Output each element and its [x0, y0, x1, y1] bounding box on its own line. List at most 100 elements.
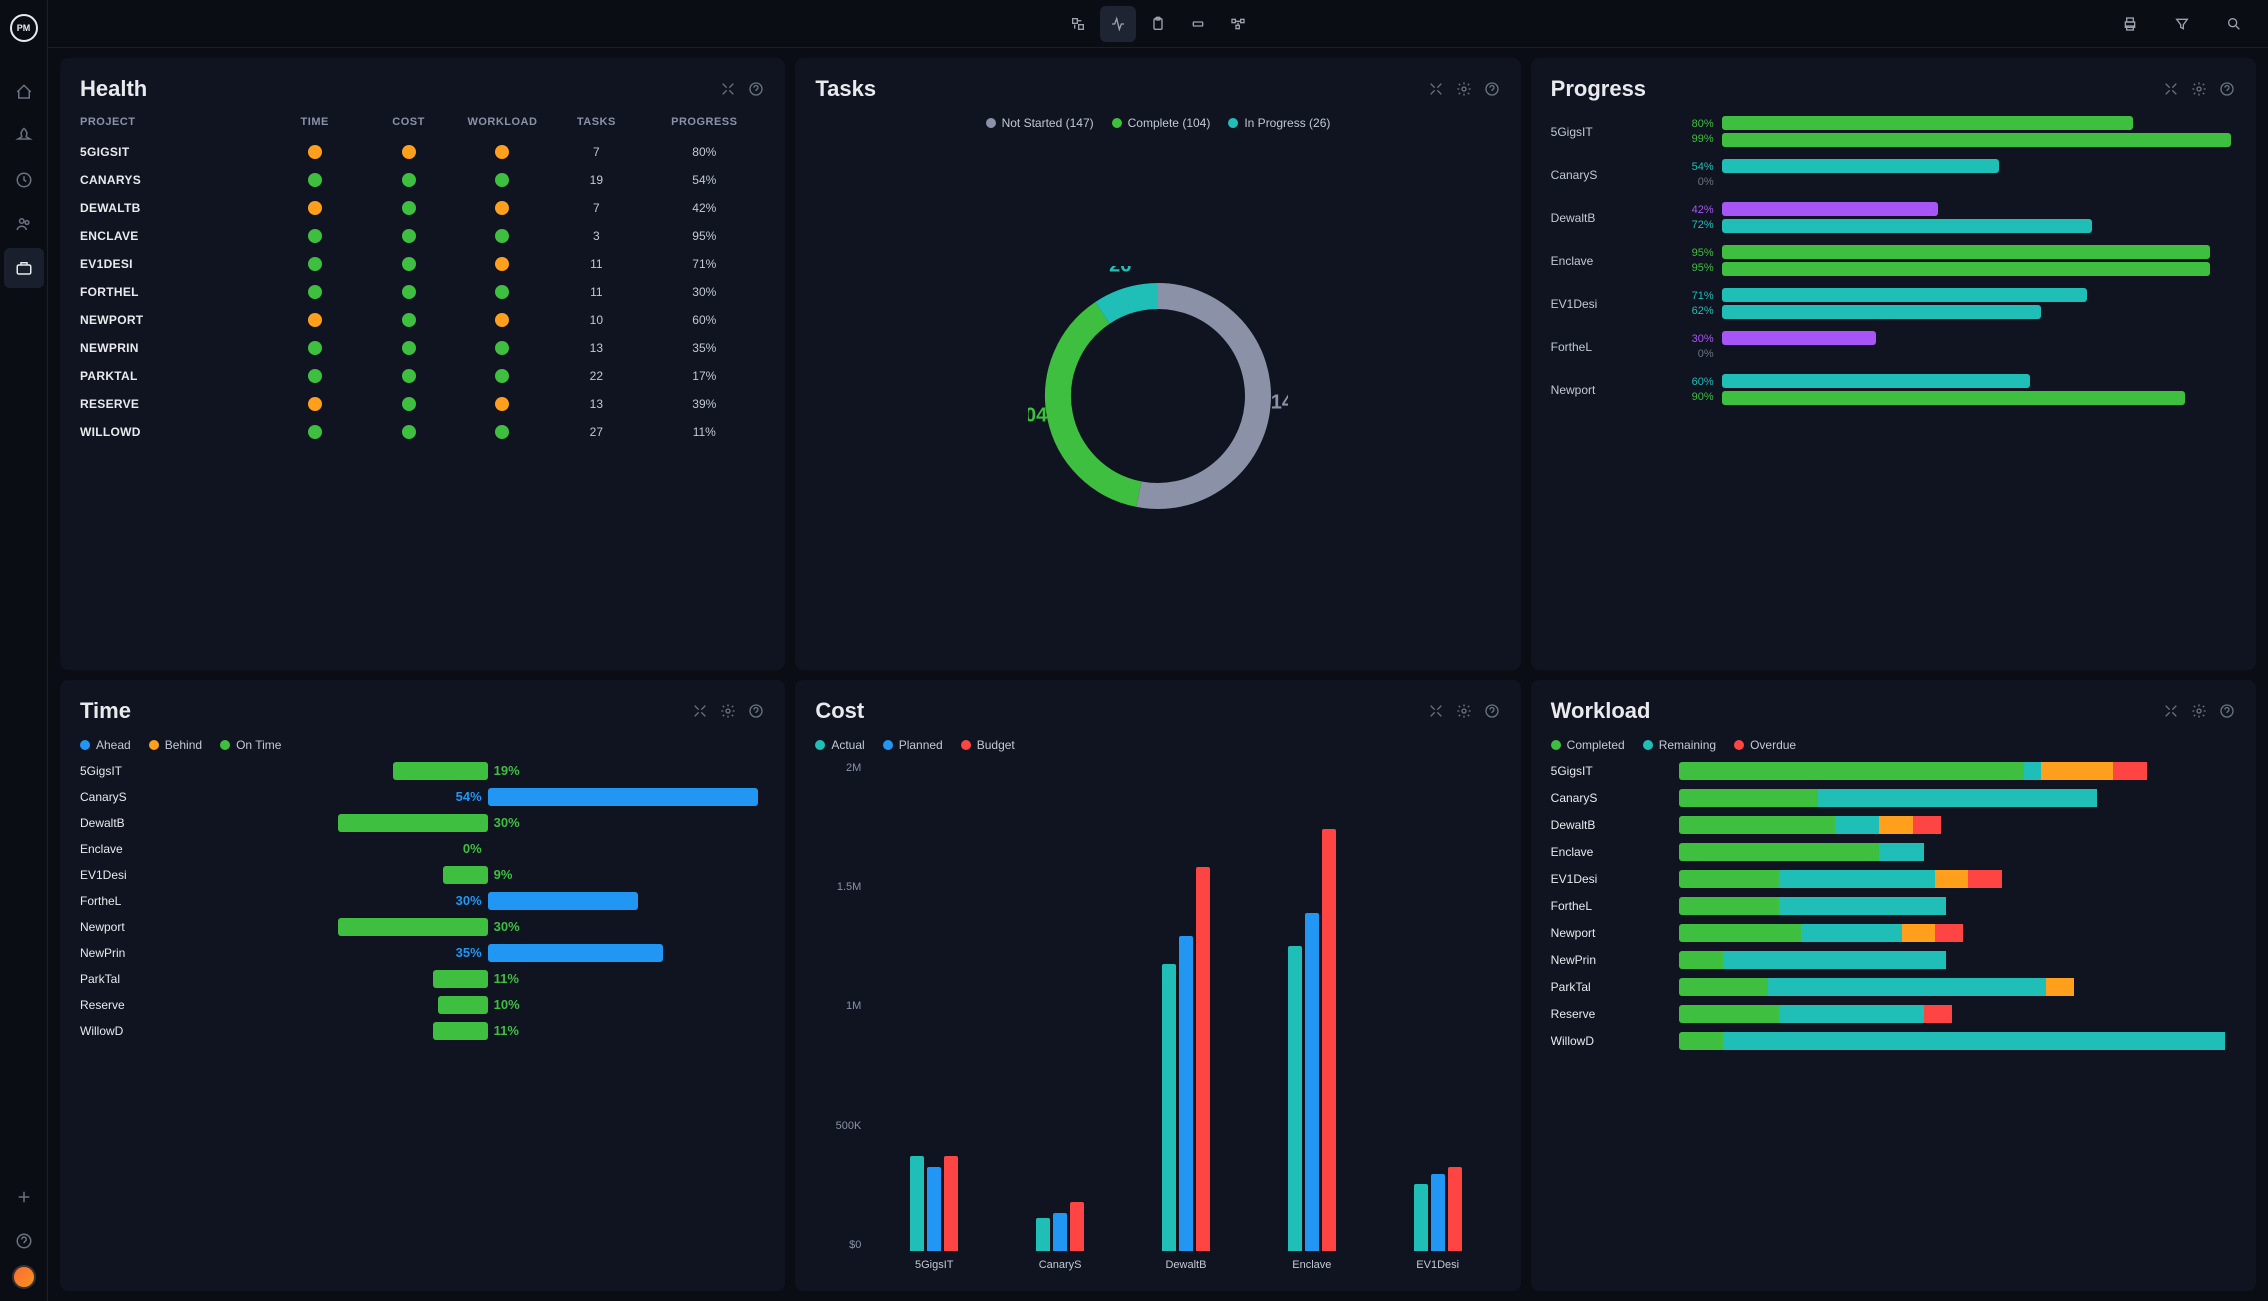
sidebar: PM: [0, 0, 48, 1301]
progress-row[interactable]: DewaltB42%72%: [1551, 202, 2236, 233]
workload-row[interactable]: EV1Desi: [1551, 870, 2236, 888]
time-row[interactable]: NewPrin35%: [80, 944, 765, 962]
activity-icon[interactable]: [1100, 6, 1136, 42]
plus-icon[interactable]: [4, 1177, 44, 1217]
time-row[interactable]: Newport30%: [80, 918, 765, 936]
logo[interactable]: PM: [10, 14, 38, 42]
expand-icon[interactable]: [719, 80, 737, 98]
help-icon[interactable]: [4, 1221, 44, 1261]
time-panel: Time AheadBehindOn Time 5GigsIT19%Canary…: [60, 680, 785, 1292]
avatar[interactable]: [12, 1265, 36, 1289]
gear-icon[interactable]: [1455, 702, 1473, 720]
expand-icon[interactable]: [691, 702, 709, 720]
expand-icon[interactable]: [1427, 702, 1445, 720]
cost-group[interactable]: EV1Desi: [1414, 1167, 1462, 1251]
health-row[interactable]: DEWALTB742%: [80, 194, 765, 222]
progress-row[interactable]: EV1Desi71%62%: [1551, 288, 2236, 319]
health-row[interactable]: ENCLAVE395%: [80, 222, 765, 250]
svg-text:26: 26: [1109, 266, 1131, 277]
tasks-title: Tasks: [815, 76, 876, 102]
gear-icon[interactable]: [1455, 80, 1473, 98]
expand-icon[interactable]: [1427, 80, 1445, 98]
workload-row[interactable]: FortheL: [1551, 897, 2236, 915]
health-row[interactable]: EV1DESI1171%: [80, 250, 765, 278]
tasks-legend: Not Started (147)Complete (104)In Progre…: [815, 116, 1500, 130]
cost-legend: ActualPlannedBudget: [815, 738, 1500, 752]
minus-box-icon[interactable]: [1180, 6, 1216, 42]
clock-icon[interactable]: [4, 160, 44, 200]
help-icon[interactable]: [747, 702, 765, 720]
workload-row[interactable]: CanaryS: [1551, 789, 2236, 807]
health-row[interactable]: PARKTAL2217%: [80, 362, 765, 390]
health-row[interactable]: CANARYS1954%: [80, 166, 765, 194]
time-row[interactable]: CanaryS54%: [80, 788, 765, 806]
time-row[interactable]: Reserve10%: [80, 996, 765, 1014]
health-row[interactable]: 5GIGSIT780%: [80, 138, 765, 166]
progress-row[interactable]: CanaryS54%0%: [1551, 159, 2236, 190]
workload-row[interactable]: WillowD: [1551, 1032, 2236, 1050]
cost-group[interactable]: CanaryS: [1036, 1202, 1084, 1251]
home-icon[interactable]: [4, 72, 44, 112]
tasks-donut: 14710426: [815, 140, 1500, 652]
workload-panel: Workload CompletedRemainingOverdue 5Gigs…: [1531, 680, 2256, 1292]
time-row[interactable]: EV1Desi9%: [80, 866, 765, 884]
workload-row[interactable]: Newport: [1551, 924, 2236, 942]
expand-icon[interactable]: [2162, 702, 2180, 720]
workload-row[interactable]: NewPrin: [1551, 951, 2236, 969]
bell-icon[interactable]: [4, 116, 44, 156]
briefcase-icon[interactable]: [4, 248, 44, 288]
cost-chart: 2M1.5M1M500K$0 5GigsITCanarySDewaltBEncl…: [815, 762, 1500, 1274]
workload-row[interactable]: Reserve: [1551, 1005, 2236, 1023]
gear-icon[interactable]: [2190, 702, 2208, 720]
help-icon[interactable]: [1483, 702, 1501, 720]
time-row[interactable]: 5GigsIT19%: [80, 762, 765, 780]
help-icon[interactable]: [747, 80, 765, 98]
help-icon[interactable]: [2218, 702, 2236, 720]
progress-row[interactable]: Newport60%90%: [1551, 374, 2236, 405]
help-icon[interactable]: [1483, 80, 1501, 98]
clipboard-icon[interactable]: [1140, 6, 1176, 42]
health-row[interactable]: RESERVE1339%: [80, 390, 765, 418]
cost-group[interactable]: Enclave: [1288, 829, 1336, 1251]
print-icon[interactable]: [2112, 6, 2148, 42]
tasks-panel: Tasks Not Started (147)Complete (104)In …: [795, 58, 1520, 670]
progress-row[interactable]: 5GigsIT80%99%: [1551, 116, 2236, 147]
team-icon[interactable]: [4, 204, 44, 244]
time-row[interactable]: FortheL30%: [80, 892, 765, 910]
help-icon[interactable]: [2218, 80, 2236, 98]
filter-icon[interactable]: [2164, 6, 2200, 42]
health-panel: Health PROJECTTIMECOSTWORKLOADTASKSPROGR…: [60, 58, 785, 670]
cost-group[interactable]: 5GigsIT: [910, 1156, 958, 1251]
health-row[interactable]: FORTHEL1130%: [80, 278, 765, 306]
workload-row[interactable]: ParkTal: [1551, 978, 2236, 996]
progress-row[interactable]: FortheL30%0%: [1551, 331, 2236, 362]
workload-title: Workload: [1551, 698, 1651, 724]
progress-row[interactable]: Enclave95%95%: [1551, 245, 2236, 276]
cost-group[interactable]: DewaltB: [1162, 867, 1210, 1251]
health-headers: PROJECTTIMECOSTWORKLOADTASKSPROGRESS: [80, 116, 765, 138]
health-title: Health: [80, 76, 147, 102]
time-row[interactable]: DewaltB30%: [80, 814, 765, 832]
cost-panel: Cost ActualPlannedBudget 2M1.5M1M500K$0 …: [795, 680, 1520, 1292]
workload-row[interactable]: 5GigsIT: [1551, 762, 2236, 780]
time-legend: AheadBehindOn Time: [80, 738, 765, 752]
cost-title: Cost: [815, 698, 864, 724]
progress-title: Progress: [1551, 76, 1646, 102]
time-row[interactable]: WillowD11%: [80, 1022, 765, 1040]
health-row[interactable]: WILLOWD2711%: [80, 418, 765, 446]
health-row[interactable]: NEWPORT1060%: [80, 306, 765, 334]
topbar: [48, 0, 2268, 48]
zoom-icon[interactable]: [1060, 6, 1096, 42]
health-row[interactable]: NEWPRIN1335%: [80, 334, 765, 362]
workload-row[interactable]: DewaltB: [1551, 816, 2236, 834]
flow-icon[interactable]: [1220, 6, 1256, 42]
workload-row[interactable]: Enclave: [1551, 843, 2236, 861]
svg-text:147: 147: [1271, 391, 1288, 413]
expand-icon[interactable]: [2162, 80, 2180, 98]
progress-panel: Progress 5GigsIT80%99% CanaryS54%0% Dewalt…: [1531, 58, 2256, 670]
time-row[interactable]: ParkTal11%: [80, 970, 765, 988]
time-row[interactable]: Enclave0%: [80, 840, 765, 858]
search-icon[interactable]: [2216, 6, 2252, 42]
gear-icon[interactable]: [2190, 80, 2208, 98]
gear-icon[interactable]: [719, 702, 737, 720]
